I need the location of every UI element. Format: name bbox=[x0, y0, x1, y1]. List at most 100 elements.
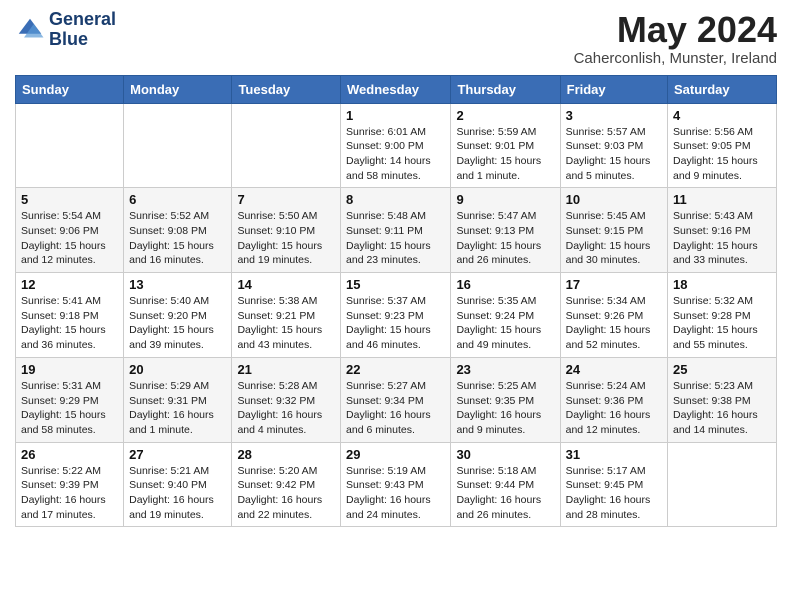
location: Caherconlish, Munster, Ireland bbox=[574, 50, 777, 67]
day-cell-4: 4 Sunrise: 5:56 AM Sunset: 9:05 PM Daylig… bbox=[668, 103, 777, 188]
day-number: 31 bbox=[566, 447, 662, 462]
day-cell-22: 22 Sunrise: 5:27 AM Sunset: 9:34 PM Dayli… bbox=[341, 357, 451, 442]
day-number: 21 bbox=[237, 362, 335, 377]
day-cell-16: 16 Sunrise: 5:35 AM Sunset: 9:24 PM Dayli… bbox=[451, 273, 560, 358]
day-cell-28: 28 Sunrise: 5:20 AM Sunset: 9:42 PM Dayli… bbox=[232, 442, 341, 527]
empty-cell bbox=[16, 103, 124, 188]
day-info: Sunrise: 5:27 AM Sunset: 9:34 PM Dayligh… bbox=[346, 379, 445, 438]
day-info: Sunrise: 5:50 AM Sunset: 9:10 PM Dayligh… bbox=[237, 209, 335, 268]
page: General Blue May 2024 Caherconlish, Muns… bbox=[0, 0, 792, 542]
day-info: Sunrise: 5:57 AM Sunset: 9:03 PM Dayligh… bbox=[566, 125, 662, 184]
day-cell-9: 9 Sunrise: 5:47 AM Sunset: 9:13 PM Daylig… bbox=[451, 188, 560, 273]
day-number: 17 bbox=[566, 277, 662, 292]
day-info: Sunrise: 5:54 AM Sunset: 9:06 PM Dayligh… bbox=[21, 209, 118, 268]
day-cell-2: 2 Sunrise: 5:59 AM Sunset: 9:01 PM Daylig… bbox=[451, 103, 560, 188]
day-info: Sunrise: 5:45 AM Sunset: 9:15 PM Dayligh… bbox=[566, 209, 662, 268]
col-header-thursday: Thursday bbox=[451, 75, 560, 103]
day-number: 6 bbox=[129, 192, 226, 207]
day-cell-21: 21 Sunrise: 5:28 AM Sunset: 9:32 PM Dayli… bbox=[232, 357, 341, 442]
day-number: 19 bbox=[21, 362, 118, 377]
empty-cell bbox=[124, 103, 232, 188]
logo-icon bbox=[15, 15, 45, 45]
month-title: May 2024 bbox=[574, 10, 777, 50]
day-info: Sunrise: 5:31 AM Sunset: 9:29 PM Dayligh… bbox=[21, 379, 118, 438]
day-info: Sunrise: 5:41 AM Sunset: 9:18 PM Dayligh… bbox=[21, 294, 118, 353]
header-row: SundayMondayTuesdayWednesdayThursdayFrid… bbox=[16, 75, 777, 103]
day-number: 18 bbox=[673, 277, 771, 292]
col-header-monday: Monday bbox=[124, 75, 232, 103]
week-row-5: 26Sunrise: 5:22 AM Sunset: 9:39 PM Dayli… bbox=[16, 442, 777, 527]
week-row-2: 5 Sunrise: 5:54 AM Sunset: 9:06 PM Daylig… bbox=[16, 188, 777, 273]
day-cell-27: 27 Sunrise: 5:21 AM Sunset: 9:40 PM Dayli… bbox=[124, 442, 232, 527]
day-number: 22 bbox=[346, 362, 445, 377]
day-cell-7: 7 Sunrise: 5:50 AM Sunset: 9:10 PM Daylig… bbox=[232, 188, 341, 273]
empty-cell bbox=[668, 442, 777, 527]
week-row-1: 1 Sunrise: 6:01 AM Sunset: 9:00 PM Daylig… bbox=[16, 103, 777, 188]
col-header-tuesday: Tuesday bbox=[232, 75, 341, 103]
day-cell-26: 26Sunrise: 5:22 AM Sunset: 9:39 PM Dayli… bbox=[16, 442, 124, 527]
day-number: 30 bbox=[456, 447, 554, 462]
day-info: Sunrise: 5:23 AM Sunset: 9:38 PM Dayligh… bbox=[673, 379, 771, 438]
day-number: 28 bbox=[237, 447, 335, 462]
day-info: Sunrise: 5:40 AM Sunset: 9:20 PM Dayligh… bbox=[129, 294, 226, 353]
col-header-sunday: Sunday bbox=[16, 75, 124, 103]
day-number: 3 bbox=[566, 108, 662, 123]
day-cell-29: 29Sunrise: 5:19 AM Sunset: 9:43 PM Dayli… bbox=[341, 442, 451, 527]
day-number: 4 bbox=[673, 108, 771, 123]
day-number: 9 bbox=[456, 192, 554, 207]
day-info: Sunrise: 5:28 AM Sunset: 9:32 PM Dayligh… bbox=[237, 379, 335, 438]
day-cell-8: 8 Sunrise: 5:48 AM Sunset: 9:11 PM Daylig… bbox=[341, 188, 451, 273]
day-info: Sunrise: 5:43 AM Sunset: 9:16 PM Dayligh… bbox=[673, 209, 771, 268]
day-number: 29 bbox=[346, 447, 445, 462]
calendar-table: SundayMondayTuesdayWednesdayThursdayFrid… bbox=[15, 75, 777, 528]
day-cell-30: 30Sunrise: 5:18 AM Sunset: 9:44 PM Dayli… bbox=[451, 442, 560, 527]
day-number: 11 bbox=[673, 192, 771, 207]
day-number: 10 bbox=[566, 192, 662, 207]
day-info: Sunrise: 5:17 AM Sunset: 9:45 PM Dayligh… bbox=[566, 464, 662, 523]
day-number: 1 bbox=[346, 108, 445, 123]
day-number: 20 bbox=[129, 362, 226, 377]
day-number: 13 bbox=[129, 277, 226, 292]
day-cell-5: 5 Sunrise: 5:54 AM Sunset: 9:06 PM Daylig… bbox=[16, 188, 124, 273]
day-info: Sunrise: 5:21 AM Sunset: 9:40 PM Dayligh… bbox=[129, 464, 226, 523]
day-number: 16 bbox=[456, 277, 554, 292]
day-cell-24: 24Sunrise: 5:24 AM Sunset: 9:36 PM Dayli… bbox=[560, 357, 667, 442]
title-block: May 2024 Caherconlish, Munster, Ireland bbox=[574, 10, 777, 67]
day-number: 12 bbox=[21, 277, 118, 292]
day-number: 27 bbox=[129, 447, 226, 462]
day-number: 14 bbox=[237, 277, 335, 292]
day-cell-11: 11 Sunrise: 5:43 AM Sunset: 9:16 PM Dayli… bbox=[668, 188, 777, 273]
day-cell-12: 12 Sunrise: 5:41 AM Sunset: 9:18 PM Dayli… bbox=[16, 273, 124, 358]
day-number: 15 bbox=[346, 277, 445, 292]
day-number: 25 bbox=[673, 362, 771, 377]
day-cell-13: 13 Sunrise: 5:40 AM Sunset: 9:20 PM Dayli… bbox=[124, 273, 232, 358]
day-number: 7 bbox=[237, 192, 335, 207]
day-info: Sunrise: 5:56 AM Sunset: 9:05 PM Dayligh… bbox=[673, 125, 771, 184]
day-cell-23: 23Sunrise: 5:25 AM Sunset: 9:35 PM Dayli… bbox=[451, 357, 560, 442]
day-info: Sunrise: 5:25 AM Sunset: 9:35 PM Dayligh… bbox=[456, 379, 554, 438]
day-cell-3: 3 Sunrise: 5:57 AM Sunset: 9:03 PM Daylig… bbox=[560, 103, 667, 188]
day-cell-14: 14 Sunrise: 5:38 AM Sunset: 9:21 PM Dayli… bbox=[232, 273, 341, 358]
week-row-4: 19 Sunrise: 5:31 AM Sunset: 9:29 PM Dayli… bbox=[16, 357, 777, 442]
day-number: 24 bbox=[566, 362, 662, 377]
day-cell-17: 17Sunrise: 5:34 AM Sunset: 9:26 PM Dayli… bbox=[560, 273, 667, 358]
day-info: Sunrise: 5:48 AM Sunset: 9:11 PM Dayligh… bbox=[346, 209, 445, 268]
header: General Blue May 2024 Caherconlish, Muns… bbox=[15, 10, 777, 67]
day-cell-1: 1 Sunrise: 6:01 AM Sunset: 9:00 PM Daylig… bbox=[341, 103, 451, 188]
day-info: Sunrise: 5:38 AM Sunset: 9:21 PM Dayligh… bbox=[237, 294, 335, 353]
week-row-3: 12 Sunrise: 5:41 AM Sunset: 9:18 PM Dayli… bbox=[16, 273, 777, 358]
day-number: 26 bbox=[21, 447, 118, 462]
day-number: 5 bbox=[21, 192, 118, 207]
day-info: Sunrise: 5:29 AM Sunset: 9:31 PM Dayligh… bbox=[129, 379, 226, 438]
day-number: 8 bbox=[346, 192, 445, 207]
day-number: 2 bbox=[456, 108, 554, 123]
col-header-saturday: Saturday bbox=[668, 75, 777, 103]
day-info: Sunrise: 5:47 AM Sunset: 9:13 PM Dayligh… bbox=[456, 209, 554, 268]
logo-line2: Blue bbox=[49, 30, 116, 50]
logo-text: General Blue bbox=[49, 10, 116, 50]
day-info: Sunrise: 5:20 AM Sunset: 9:42 PM Dayligh… bbox=[237, 464, 335, 523]
day-info: Sunrise: 6:01 AM Sunset: 9:00 PM Dayligh… bbox=[346, 125, 445, 184]
day-info: Sunrise: 5:35 AM Sunset: 9:24 PM Dayligh… bbox=[456, 294, 554, 353]
day-info: Sunrise: 5:37 AM Sunset: 9:23 PM Dayligh… bbox=[346, 294, 445, 353]
day-info: Sunrise: 5:59 AM Sunset: 9:01 PM Dayligh… bbox=[456, 125, 554, 184]
